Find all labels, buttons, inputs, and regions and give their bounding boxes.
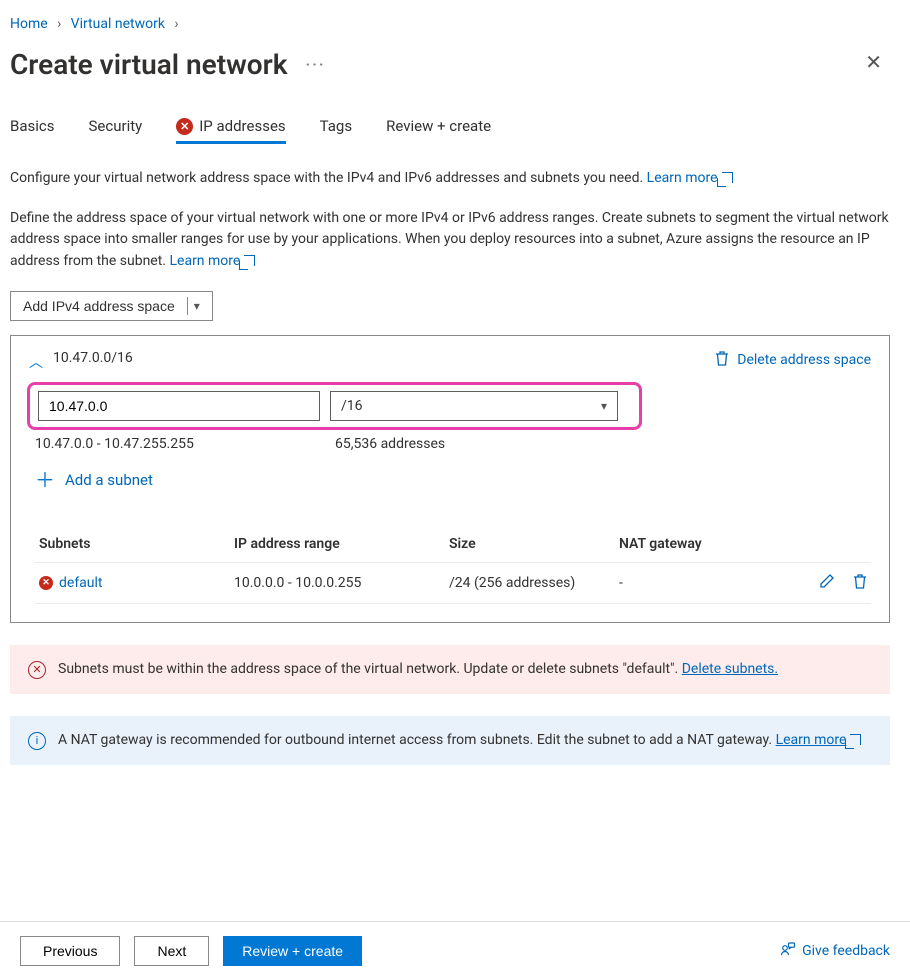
learn-more-link-3[interactable]: Learn more	[776, 732, 862, 748]
cidr-select[interactable]: /16 ▾	[330, 391, 618, 421]
subnet-link-default[interactable]: default	[59, 575, 103, 591]
learn-more-link-1[interactable]: Learn more	[647, 170, 733, 186]
close-icon[interactable]: ✕	[857, 42, 890, 82]
info-alert: i A NAT gateway is recommended for outbo…	[10, 716, 890, 765]
external-link-icon	[850, 734, 861, 745]
address-count-text: 65,536 addresses	[335, 436, 445, 452]
breadcrumb-home[interactable]: Home	[10, 16, 48, 32]
error-icon: ✕	[39, 576, 53, 590]
intro-text-1: Configure your virtual network address s…	[10, 168, 890, 190]
col-nat-header: NAT gateway	[619, 536, 867, 552]
delete-subnets-link[interactable]: Delete subnets.	[682, 661, 778, 677]
trash-icon	[715, 350, 729, 370]
edit-icon[interactable]	[819, 573, 835, 593]
add-subnet-button[interactable]: ＋ Add a subnet	[35, 470, 871, 490]
error-icon: ✕	[176, 118, 193, 135]
subnets-table: Subnets IP address range Size NAT gatewa…	[35, 526, 871, 604]
intro-text-2: Define the address space of your virtual…	[10, 208, 890, 273]
col-subnets-header: Subnets	[39, 536, 234, 552]
give-feedback-link[interactable]: Give feedback	[780, 941, 890, 961]
next-button[interactable]: Next	[134, 936, 209, 966]
address-space-title: 10.47.0.0/16	[53, 350, 133, 366]
info-circle-icon: i	[28, 732, 46, 750]
trash-icon[interactable]	[853, 573, 867, 593]
chevron-right-icon: ›	[51, 16, 67, 32]
col-size-header: Size	[449, 536, 619, 552]
previous-button[interactable]: Previous	[20, 936, 120, 966]
add-ipv4-address-space-button[interactable]: Add IPv4 address space ▾	[10, 291, 213, 321]
ip-address-input[interactable]	[38, 391, 320, 421]
footer: Previous Next Review + create Give feedb…	[0, 921, 910, 980]
tabs: Basics Security ✕ IP addresses Tags Revi…	[10, 111, 890, 144]
tab-security[interactable]: Security	[89, 111, 143, 144]
chevron-down-icon: ▾	[194, 299, 200, 313]
table-row: ✕ default 10.0.0.0 - 10.0.0.255 /24 (256…	[35, 563, 871, 604]
error-alert: ✕ Subnets must be within the address spa…	[10, 645, 890, 694]
cell-nat: -	[619, 575, 819, 591]
plus-icon: ＋	[35, 470, 55, 490]
col-range-header: IP address range	[234, 536, 449, 552]
tab-ip-addresses[interactable]: ✕ IP addresses	[176, 111, 285, 144]
external-link-icon	[244, 255, 255, 266]
tab-review[interactable]: Review + create	[386, 111, 491, 144]
breadcrumb-vnet[interactable]: Virtual network	[71, 16, 165, 32]
address-range-text: 10.47.0.0 - 10.47.255.255	[35, 436, 335, 452]
chevron-right-icon: ›	[168, 16, 184, 32]
delete-address-space-button[interactable]: Delete address space	[715, 350, 871, 370]
tab-tags[interactable]: Tags	[320, 111, 352, 144]
chevron-up-icon[interactable]: ︿	[29, 352, 43, 372]
tab-basics[interactable]: Basics	[10, 111, 55, 144]
address-space-card: ︿ 10.47.0.0/16 Delete address space /16 …	[10, 335, 890, 623]
cell-size: /24 (256 addresses)	[449, 575, 619, 591]
breadcrumb: Home › Virtual network ›	[10, 16, 890, 32]
error-circle-icon: ✕	[28, 661, 46, 679]
review-create-button[interactable]: Review + create	[223, 936, 362, 966]
external-link-icon	[722, 172, 733, 183]
chevron-down-icon: ▾	[601, 399, 607, 413]
person-feedback-icon	[780, 941, 796, 961]
more-dots-icon[interactable]: ···	[306, 55, 326, 74]
page-title: Create virtual network ···	[10, 48, 857, 81]
address-space-inputs-highlight: /16 ▾	[27, 382, 642, 430]
learn-more-link-2[interactable]: Learn more	[169, 253, 255, 269]
cell-range: 10.0.0.0 - 10.0.0.255	[234, 575, 449, 591]
